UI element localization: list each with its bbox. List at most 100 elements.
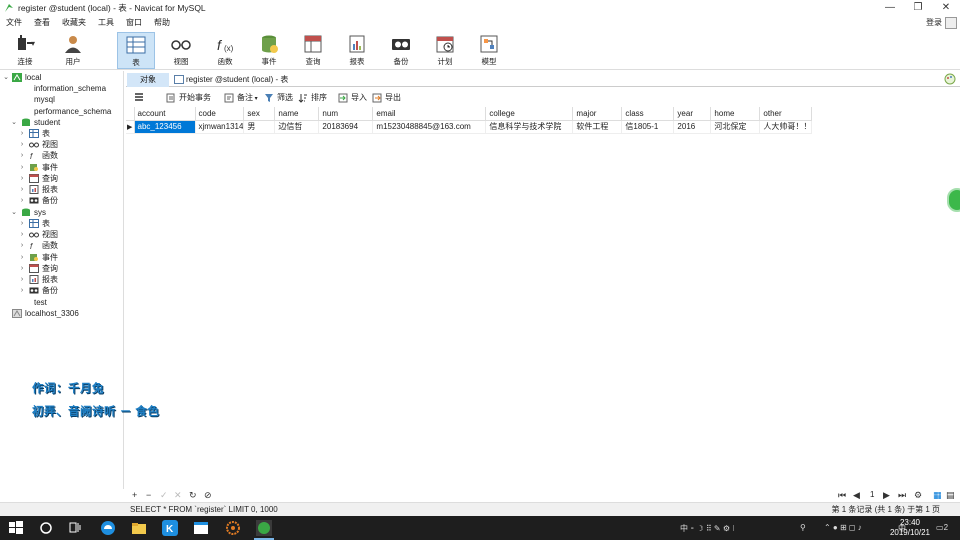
table-row[interactable]: ▶ abc_123456 xjmwan1314 男 边信哲 20183694 m…	[126, 120, 813, 134]
tree-node-test[interactable]: test	[0, 297, 124, 308]
column-header-num[interactable]: num	[318, 107, 374, 121]
chevron-right-icon[interactable]: ›	[18, 195, 26, 206]
view-button[interactable]: 视图	[162, 32, 200, 69]
floating-assistant-icon[interactable]	[947, 188, 960, 212]
tree-node-sys-reports[interactable]: › 报表	[0, 274, 124, 285]
cell-class[interactable]: 信1805-1	[621, 120, 675, 134]
chevron-right-icon[interactable]: ›	[18, 184, 26, 195]
column-header-class[interactable]: class	[621, 107, 675, 121]
cell-year[interactable]: 2016	[673, 120, 712, 134]
tree-node-local[interactable]: ⌄ local	[0, 72, 124, 83]
model-button[interactable]: 模型	[470, 32, 508, 69]
menu-tools[interactable]: 工具	[92, 16, 120, 30]
tree-node-student-backups[interactable]: › 备份	[0, 195, 124, 206]
tree-node-student-views[interactable]: › 视图	[0, 139, 124, 150]
minimize-button[interactable]: —	[876, 0, 904, 16]
chevron-right-icon[interactable]: ›	[18, 285, 26, 296]
tree-node-student[interactable]: ⌄ student	[0, 117, 124, 128]
export-button[interactable]: 导出	[372, 92, 401, 104]
close-button[interactable]: ✕	[932, 0, 960, 16]
tree-node-sys-backups[interactable]: › 备份	[0, 285, 124, 296]
column-header-account[interactable]: account	[134, 107, 196, 121]
tree-node-sys[interactable]: ⌄ sys	[0, 207, 124, 218]
chevron-down-icon[interactable]: ⌄	[10, 207, 18, 218]
stop-icon[interactable]: ⊘	[204, 490, 212, 500]
user-button[interactable]: 用户	[54, 32, 92, 69]
tree-node-sys-views[interactable]: › 视图	[0, 229, 124, 240]
column-header-other[interactable]: other	[759, 107, 813, 121]
avatar-icon[interactable]	[945, 17, 957, 29]
tree-node-sys-functions[interactable]: › f 函数	[0, 240, 124, 251]
tree-node-student-queries[interactable]: › 查询	[0, 173, 124, 184]
column-header-code[interactable]: code	[195, 107, 245, 121]
navicat-taskbar-icon[interactable]	[256, 520, 272, 536]
column-header-name[interactable]: name	[274, 107, 320, 121]
tray-expand-icon[interactable]: ⌃ ● ⊞ ◻ ♪	[824, 523, 862, 532]
sort-button[interactable]: 排序	[298, 92, 327, 104]
cell-num[interactable]: 20183694	[318, 120, 374, 134]
apply-icon[interactable]: ✓	[160, 490, 168, 500]
task-view-icon[interactable]	[67, 520, 83, 536]
tree-node-information-schema[interactable]: information_schema	[0, 83, 124, 94]
grid-view-icon[interactable]: ▦	[933, 490, 942, 500]
kugou-music-icon[interactable]: K	[162, 520, 178, 536]
search-icon[interactable]	[38, 520, 54, 536]
column-header-sex[interactable]: sex	[243, 107, 276, 121]
connect-button[interactable]: ▾ 连接	[6, 32, 44, 69]
chevron-right-icon[interactable]: ›	[18, 173, 26, 184]
chevron-down-icon[interactable]: ⌄	[2, 72, 10, 83]
tree-node-student-tables[interactable]: › 表	[0, 128, 124, 139]
filter-button[interactable]: 筛选	[264, 92, 293, 104]
discard-icon[interactable]: ✕	[174, 490, 182, 500]
prev-page-icon[interactable]: ◀	[853, 490, 860, 500]
tree-node-localhost[interactable]: localhost_3306	[0, 308, 124, 319]
system-clock[interactable]: 23:40 2019/10/21	[890, 518, 930, 538]
chevron-right-icon[interactable]: ›	[18, 218, 26, 229]
chevron-right-icon[interactable]: ›	[18, 240, 26, 251]
schedule-button[interactable]: 计划	[426, 32, 464, 69]
chevron-right-icon[interactable]: ›	[18, 252, 26, 263]
cell-name[interactable]: 边信哲	[274, 120, 320, 134]
begin-transaction-button[interactable]: 开始事务	[166, 92, 211, 104]
file-explorer-icon[interactable]	[131, 520, 147, 536]
cell-sex[interactable]: 男	[243, 120, 276, 134]
tab-register-table[interactable]: register @student (local) - 表	[172, 73, 292, 87]
cell-major[interactable]: 软件工程	[572, 120, 623, 134]
cell-home[interactable]: 河北保定	[710, 120, 761, 134]
chevron-right-icon[interactable]: ›	[18, 139, 26, 150]
memo-button[interactable]: 备注 ▾	[224, 92, 258, 104]
query-button[interactable]: 查询	[294, 32, 332, 69]
cell-account[interactable]: abc_123456	[134, 120, 196, 134]
chevron-right-icon[interactable]: ›	[18, 128, 26, 139]
delete-record-icon[interactable]: −	[146, 490, 151, 500]
column-header-home[interactable]: home	[710, 107, 761, 121]
app-window-icon[interactable]	[193, 520, 209, 536]
tree-node-sys-events[interactable]: › 事件	[0, 252, 124, 263]
menu-file[interactable]: 文件	[0, 16, 28, 30]
maximize-button[interactable]: ❐	[904, 0, 932, 16]
cell-other[interactable]: 人大帅哥！！	[759, 120, 813, 134]
chevron-right-icon[interactable]: ›	[18, 162, 26, 173]
cell-college[interactable]: 信息科学与技术学院	[485, 120, 574, 134]
menu-icon[interactable]	[134, 92, 144, 104]
chevron-right-icon[interactable]: ›	[18, 263, 26, 274]
column-header-college[interactable]: college	[485, 107, 574, 121]
tree-node-student-reports[interactable]: › 报表	[0, 184, 124, 195]
windows-start-icon[interactable]	[8, 520, 24, 536]
edge-browser-icon[interactable]	[100, 520, 116, 536]
chevron-right-icon[interactable]: ›	[18, 229, 26, 240]
report-button[interactable]: 报表	[338, 32, 376, 69]
ime-indicator-icon[interactable]: 中 ⁃ ☽ ⠿ ✎ ⚙ ⁝	[680, 523, 735, 534]
menu-view[interactable]: 查看	[28, 16, 56, 30]
function-button[interactable]: f (x) 函数	[206, 32, 244, 69]
event-button[interactable]: 事件	[250, 32, 288, 69]
column-header-major[interactable]: major	[572, 107, 623, 121]
tree-node-sys-queries[interactable]: › 查询	[0, 263, 124, 274]
tree-node-mysql[interactable]: mysql	[0, 94, 124, 105]
chevron-right-icon[interactable]: ›	[18, 274, 26, 285]
tree-node-performance-schema[interactable]: performance_schema	[0, 106, 124, 117]
menu-window[interactable]: 窗口	[120, 16, 148, 30]
tree-node-sys-tables[interactable]: › 表	[0, 218, 124, 229]
refresh-icon[interactable]: ↻	[189, 490, 197, 500]
last-page-icon[interactable]: ⏭	[898, 490, 906, 500]
